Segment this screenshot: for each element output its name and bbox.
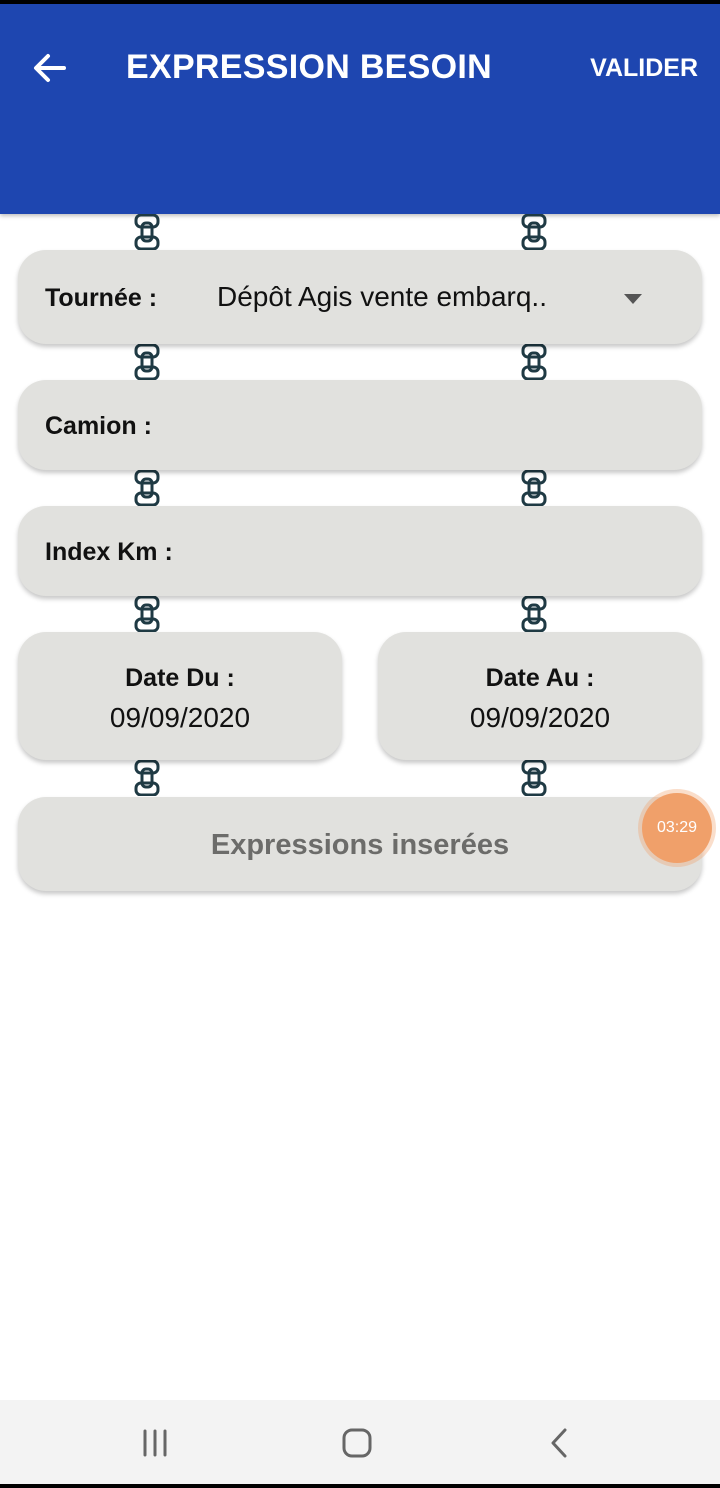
chain-link-icon [134,344,160,380]
chain-link-icon [521,596,547,632]
valider-button[interactable]: VALIDER [590,54,698,83]
chain-link-icon [521,470,547,506]
timer-bubble[interactable]: 03:29 [642,793,712,863]
index-km-field[interactable]: Index Km : [18,506,702,596]
index-km-label: Index Km : [45,538,173,566]
date-du-value[interactable]: 09/09/2020 [18,702,342,734]
dropdown-caret-icon[interactable] [624,294,642,304]
camion-label: Camion : [45,412,152,440]
chain-link-icon [134,470,160,506]
date-au-value[interactable]: 09/09/2020 [378,702,702,734]
home-icon[interactable] [332,1420,382,1466]
back-arrow-icon[interactable] [30,50,70,86]
chain-link-icon [134,596,160,632]
expressions-inserees-label: Expressions inserées [210,829,510,861]
chain-link-icon [521,214,547,250]
app-bar: EXPRESSION BESOIN VALIDER [0,4,720,214]
chain-link-icon [134,214,160,250]
date-du-field[interactable]: Date Du : 09/09/2020 [18,632,342,760]
date-du-label: Date Du : [125,664,235,692]
back-nav-icon[interactable] [534,1420,584,1466]
system-nav-bar [0,1400,720,1484]
tournee-dropdown[interactable]: Dépôt Agis vente embarq.. [217,281,547,313]
page-title: EXPRESSION BESOIN [126,48,492,86]
chain-link-icon [521,344,547,380]
chain-link-icon [521,760,547,796]
expressions-inserees-button[interactable]: Expressions inserées [18,797,702,891]
screen-edge [0,1484,720,1488]
tournee-field: Tournée : Dépôt Agis vente embarq.. [18,250,702,344]
recent-apps-icon[interactable] [130,1420,180,1466]
tournee-label: Tournée : [45,284,158,312]
chain-link-icon [134,760,160,796]
date-au-label: Date Au : [485,664,595,692]
date-au-field[interactable]: Date Au : 09/09/2020 [378,632,702,760]
camion-field[interactable]: Camion : [18,380,702,470]
